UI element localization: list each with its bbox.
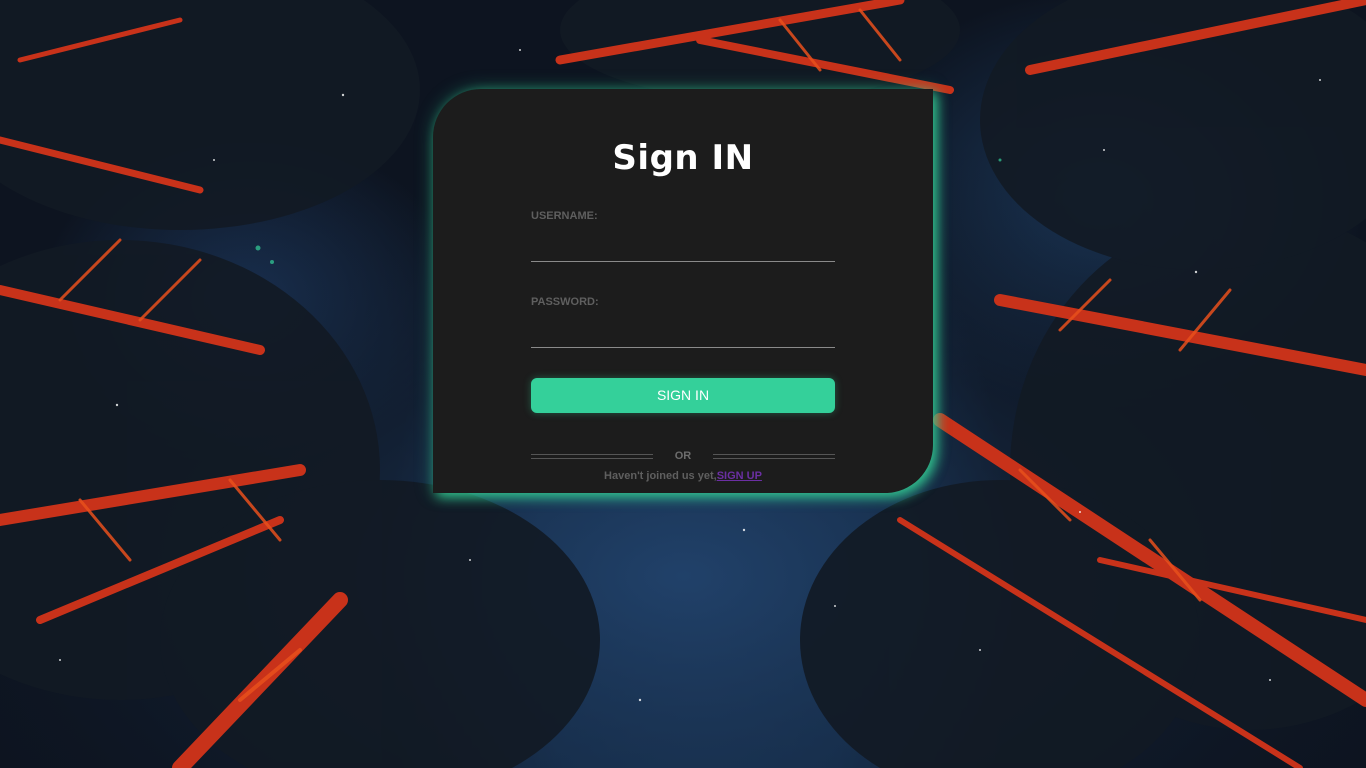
signup-prompt-row: Haven't joined us yet,SIGN UP [531, 470, 835, 482]
username-field[interactable] [531, 233, 835, 262]
signup-prompt-text: Haven't joined us yet, [604, 470, 717, 482]
divider-or-text: OR [674, 450, 692, 462]
page-title: Sign IN [612, 138, 754, 178]
password-field[interactable] [531, 319, 835, 348]
sign-in-button[interactable]: SIGN IN [531, 378, 835, 413]
divider-right [713, 454, 835, 459]
username-label: USERNAME: [531, 210, 598, 222]
sign-up-link[interactable]: SIGN UP [717, 470, 762, 482]
password-label: PASSWORD: [531, 296, 599, 308]
divider-left [531, 454, 653, 459]
